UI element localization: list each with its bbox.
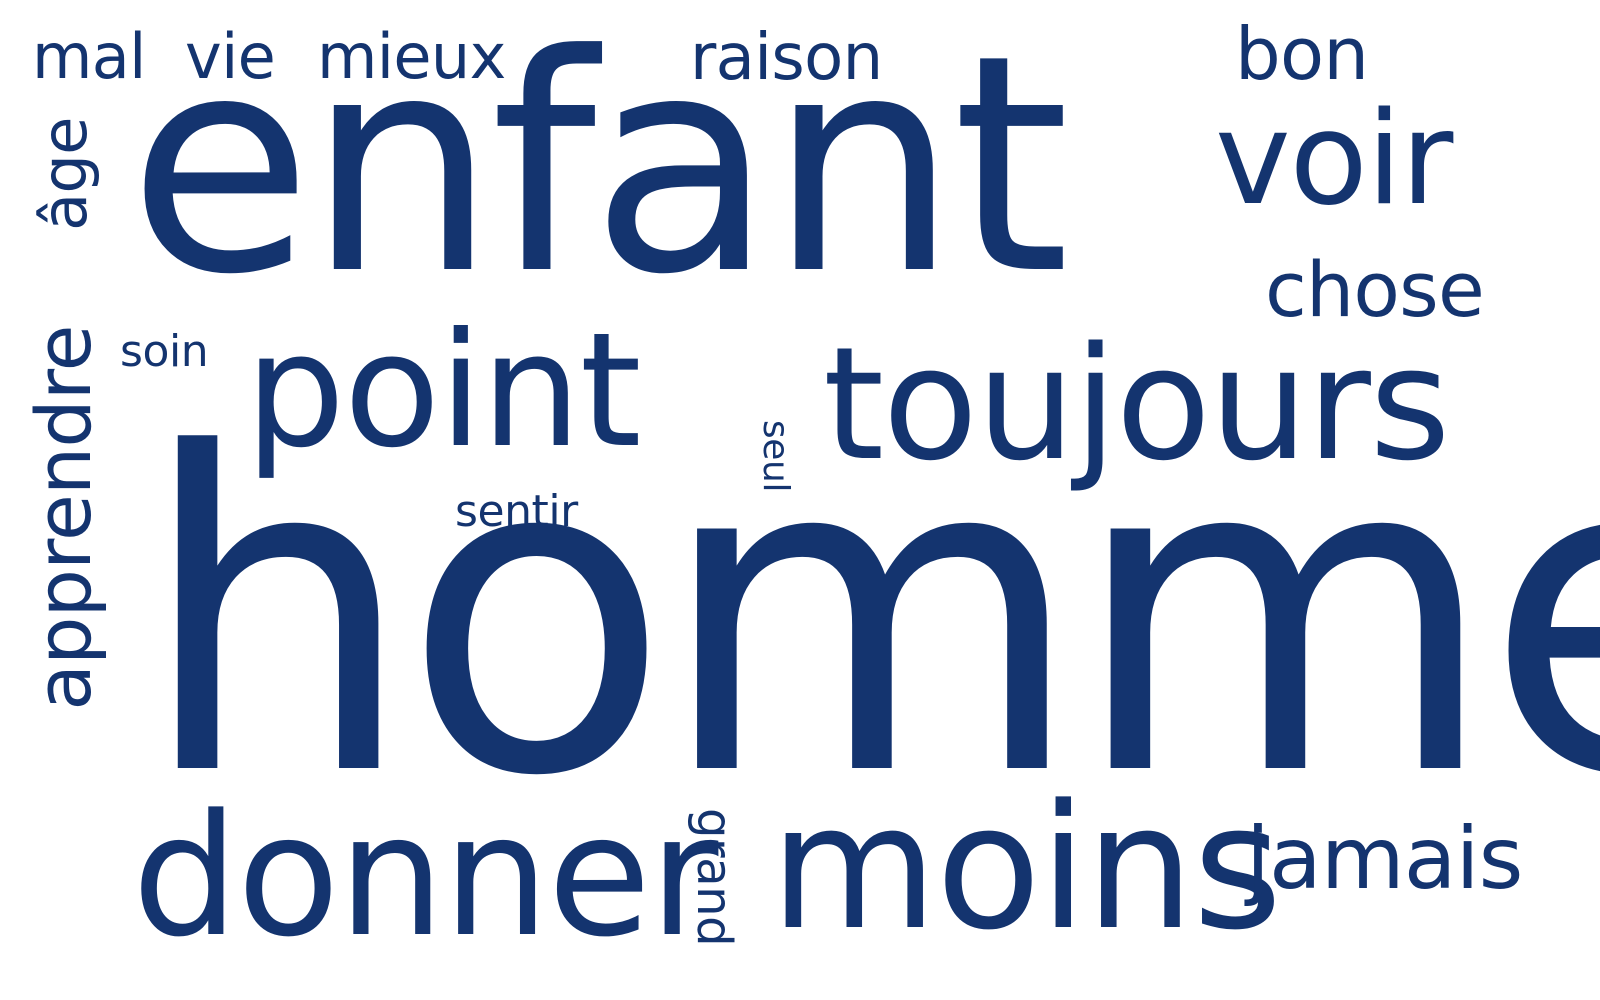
word-jamais: jamais — [1246, 809, 1523, 909]
word-bon: bon — [1235, 12, 1369, 96]
word-voir: voir — [1215, 85, 1453, 234]
word-donner: donner — [132, 778, 718, 974]
word-apprendre: apprendre — [19, 325, 108, 711]
word-moins: moins — [770, 767, 1282, 968]
word-cloud: mal vie mieux raison bon âge enfant voir… — [0, 0, 1600, 1000]
word-enfant: enfant — [128, 0, 1070, 340]
word-age: âge — [28, 117, 101, 231]
word-grand: grand — [686, 807, 742, 947]
